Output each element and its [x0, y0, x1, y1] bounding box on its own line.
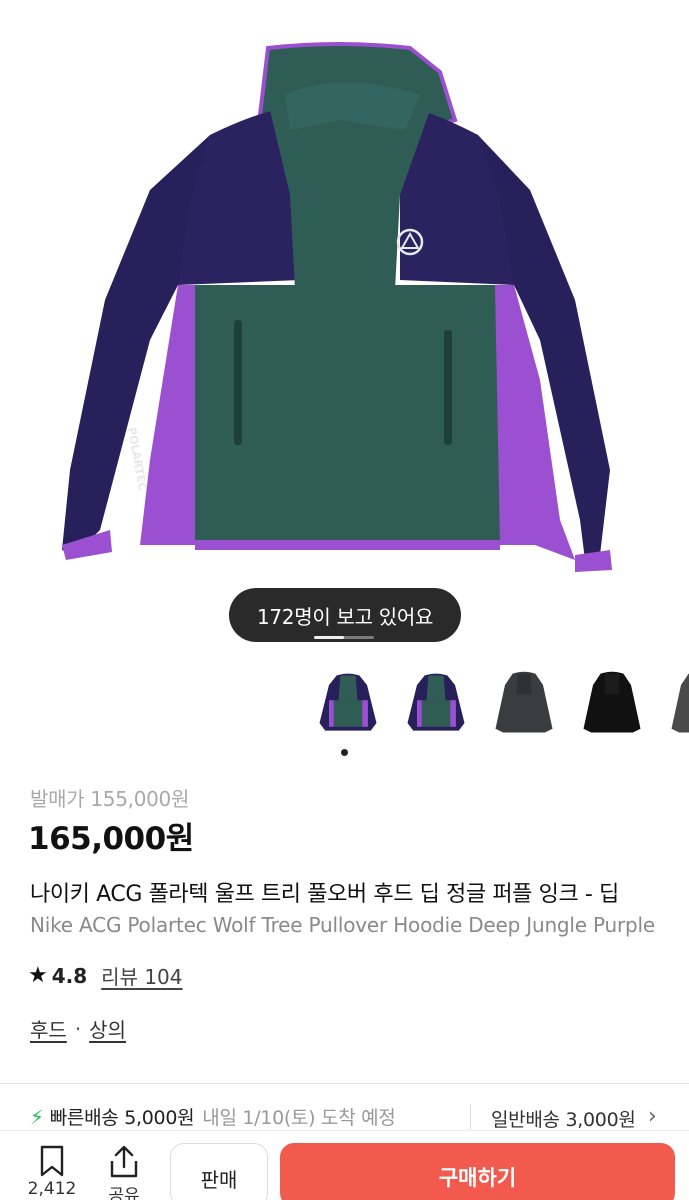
- carousel-progress: [314, 636, 374, 639]
- thumbnail-image: [671, 673, 689, 733]
- thumbnail-5[interactable]: [660, 664, 689, 744]
- share-label: 공유: [108, 1186, 140, 1200]
- thumbnail-image: [583, 671, 641, 733]
- product-image-carousel[interactable]: POLARTEC 172명이 보고 있어요: [0, 0, 689, 660]
- fast-shipping-date: 내일 1/10(토) 도착 예정: [202, 1107, 396, 1129]
- thumbnail-3[interactable]: [484, 664, 564, 744]
- sell-button[interactable]: 판매: [170, 1143, 268, 1200]
- category-breadcrumb: 후드 · 상의: [30, 1014, 126, 1043]
- current-price: 165,000원: [28, 821, 194, 857]
- share-button[interactable]: 공유: [94, 1145, 154, 1200]
- thumbnail-strip[interactable]: [308, 664, 689, 744]
- viewer-count-badge: 172명이 보고 있어요: [229, 588, 461, 642]
- carousel-progress-fill: [314, 636, 344, 639]
- thumbnail-image: [495, 671, 553, 733]
- section-divider: [0, 1083, 689, 1084]
- thumbnail-image: [407, 673, 465, 731]
- thumbnail-indicator-dot: [341, 749, 348, 756]
- thumbnail-2[interactable]: [396, 664, 476, 744]
- fast-shipping-label: 빠른배송 5,000원: [49, 1107, 195, 1129]
- bottom-action-bar: 2,412 공유 판매 구매하기: [0, 1130, 689, 1200]
- star-icon: ★: [28, 963, 48, 988]
- rating-value: 4.8: [51, 963, 88, 988]
- bookmark-count: 2,412: [27, 1179, 77, 1199]
- product-image: POLARTEC: [62, 42, 612, 572]
- review-link[interactable]: 리뷰 104: [101, 961, 182, 990]
- product-title-korean: 나이키 ACG 폴라텍 울프 트리 풀오버 후드 딥 정글 퍼플 잉크 - 딥: [30, 882, 619, 907]
- thumbnail-4[interactable]: [572, 664, 652, 744]
- normal-shipping-label[interactable]: 일반배송 3,000원: [491, 1105, 641, 1132]
- lightning-icon: ⚡: [30, 1104, 44, 1129]
- category-separator: ·: [74, 1016, 82, 1041]
- buy-button[interactable]: 구매하기: [280, 1143, 675, 1200]
- share-icon: [110, 1145, 138, 1178]
- thumbnail-1[interactable]: [308, 664, 388, 744]
- product-title-english: Nike ACG Polartec Wolf Tree Pullover Hoo…: [30, 913, 656, 937]
- shipping-divider: [470, 1104, 471, 1130]
- thumbnail-image: [319, 673, 377, 731]
- svg-text:POLARTEC: POLARTEC: [125, 426, 149, 491]
- rating-row: ★ 4.8 리뷰 104: [28, 961, 183, 990]
- category-link-hood[interactable]: 후드: [30, 1014, 67, 1043]
- fast-shipping-option[interactable]: ⚡ 빠른배송 5,000원 내일 1/10(토) 도착 예정: [30, 1103, 396, 1130]
- category-link-tops[interactable]: 상의: [89, 1014, 126, 1043]
- bookmark-icon: [40, 1145, 64, 1177]
- bookmark-button[interactable]: 2,412: [22, 1145, 82, 1199]
- release-price: 발매가 155,000원: [30, 787, 190, 811]
- chevron-right-icon[interactable]: ›: [648, 1104, 657, 1129]
